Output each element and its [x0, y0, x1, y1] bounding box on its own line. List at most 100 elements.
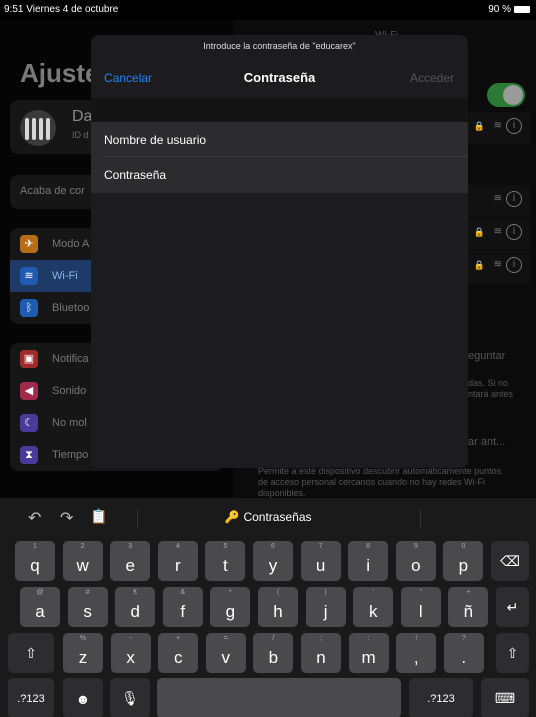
hotspot-desc-3: disponibles. [258, 488, 306, 498]
key-n[interactable]: ; n [301, 633, 341, 673]
key-secondary-label: 4 [175, 543, 180, 550]
key-label: i [366, 556, 371, 575]
ask-to-join-text-2: ntará antes [468, 389, 514, 399]
keyboard: ↶ ↷ 📋 🔑 Contraseñas 1 q 2 w 3 e 4 r 5 t 6 y 7 u 8 i 9 o 0 p ⌫… [0, 498, 536, 717]
airplane-icon: ✈ [20, 235, 38, 253]
info-icon[interactable]: i [506, 191, 522, 207]
key-secondary-label: @ [36, 589, 44, 596]
profile-name: Da [72, 108, 93, 125]
dismiss-keyboard-key[interactable]: ⌨ [481, 678, 529, 717]
key-l[interactable]: " l [400, 587, 441, 627]
username-field[interactable] [91, 122, 468, 158]
key-label: ↵ [506, 599, 519, 615]
cancel-button[interactable]: Cancelar [104, 71, 152, 85]
username-input[interactable] [91, 122, 468, 158]
passwords-button[interactable]: 🔑 Contraseñas [0, 510, 536, 524]
shift-key-right[interactable]: ⇧ [496, 633, 529, 673]
key-period[interactable]: ?. [443, 633, 484, 673]
key-x[interactable]: -x [110, 633, 151, 673]
key-o[interactable]: 9o [395, 541, 436, 581]
key-i[interactable]: 8i [348, 541, 389, 581]
numbers-key[interactable]: .?123 [8, 678, 54, 717]
hotspot-link[interactable]: ar ant... [468, 436, 505, 448]
key-label: .?123 [427, 693, 455, 705]
join-button[interactable]: Acceder [410, 71, 454, 85]
password-input[interactable] [91, 157, 468, 193]
key-secondary-label: ' [372, 589, 374, 596]
key-f[interactable]: & f [162, 587, 203, 627]
key-label: c [173, 648, 183, 667]
key-e[interactable]: 3e [110, 541, 151, 581]
key-d[interactable]: € d [115, 587, 156, 627]
key-w[interactable]: 2w [62, 541, 103, 581]
key-label: . [461, 648, 467, 667]
dialog-prompt: Introduce la contraseña de "educarex" [203, 41, 356, 51]
password-field[interactable] [91, 157, 468, 193]
key-h[interactable]: (h [258, 587, 298, 627]
key-k[interactable]: ' k [353, 587, 394, 627]
key-ñ[interactable]: + ñ [448, 587, 489, 627]
key-label: f [180, 602, 186, 621]
notifications-icon: ▣ [20, 350, 38, 368]
avatar [20, 110, 56, 146]
key-label: d [130, 602, 140, 621]
key-r[interactable]: 4r [157, 541, 198, 581]
key-v[interactable]: = v [205, 633, 246, 673]
key-j[interactable]: ) j [305, 587, 346, 627]
numbers-key-right[interactable]: .?123 [409, 678, 473, 717]
info-icon[interactable]: i [506, 257, 522, 273]
key-u[interactable]: 7u [300, 541, 341, 581]
settings-title: Ajuste [20, 58, 100, 88]
info-icon[interactable]: i [506, 224, 522, 240]
key-label: x [126, 648, 135, 667]
key-label: z [78, 648, 88, 667]
key-label: p [458, 556, 469, 575]
status-time: 9:51 Viernes 4 de octubre [4, 4, 119, 15]
key-label: 🎙 [121, 690, 139, 706]
space-key[interactable] [157, 678, 401, 717]
hotspot-desc-2: de acceso personal cercanos cuando no ha… [258, 477, 486, 487]
key-g[interactable]: * g [210, 587, 251, 627]
delete-key[interactable]: ⌫ [491, 541, 529, 581]
wifi-toggle[interactable] [487, 83, 525, 107]
shift-key[interactable]: ⇧ [8, 633, 54, 673]
key-t[interactable]: 5t [205, 541, 246, 581]
return-key[interactable]: ↵ [496, 587, 529, 627]
key-secondary-label: 1 [33, 543, 37, 550]
wifi-signal-icon: ≋ [493, 193, 502, 204]
key-a[interactable]: @ a [20, 587, 60, 627]
key-secondary-label: 7 [318, 543, 323, 550]
key-secondary-label: " [419, 589, 423, 596]
key-secondary-label: ; [320, 635, 322, 642]
key-label: w [76, 556, 89, 575]
wifi-signal-icon: ≋ [493, 226, 502, 237]
key-secondary-label: 8 [366, 543, 371, 550]
key-secondary-label: / [272, 635, 275, 642]
key-s[interactable]: # s [67, 587, 108, 627]
key-secondary-label: ( [276, 589, 280, 596]
key-b[interactable]: / b [253, 633, 294, 673]
ask-to-join-link[interactable]: eguntar [468, 350, 505, 362]
sidebar-item-label: Tiempo [52, 449, 89, 461]
key-q[interactable]: 1q [15, 541, 55, 581]
wifi-signal-icon: ≋ [493, 259, 502, 270]
key-p[interactable]: 0p [443, 541, 484, 581]
key-comma[interactable]: !, [396, 633, 437, 673]
key-label: o [411, 556, 421, 575]
key-y[interactable]: 6y [253, 541, 293, 581]
key-secondary-label: & [180, 589, 186, 596]
battery-indicator: 90 % [488, 4, 530, 15]
info-icon[interactable]: i [506, 118, 522, 134]
key-secondary-label: # [85, 589, 90, 596]
ask-to-join-text: das. Si no [468, 378, 509, 388]
key-label: r [174, 556, 181, 575]
emoji-key[interactable]: ☻ [63, 678, 103, 717]
sidebar-item-label: Bluetoo [52, 302, 90, 314]
hourglass-icon: ⧗ [20, 446, 38, 464]
dictation-key[interactable]: 🎙 [110, 678, 150, 717]
key-c[interactable]: + c [158, 633, 199, 673]
key-secondary-label: = [223, 635, 228, 642]
key-secondary-label: 5 [223, 543, 228, 550]
key-m[interactable]: :m [348, 633, 389, 673]
key-z[interactable]: % z [63, 633, 103, 673]
